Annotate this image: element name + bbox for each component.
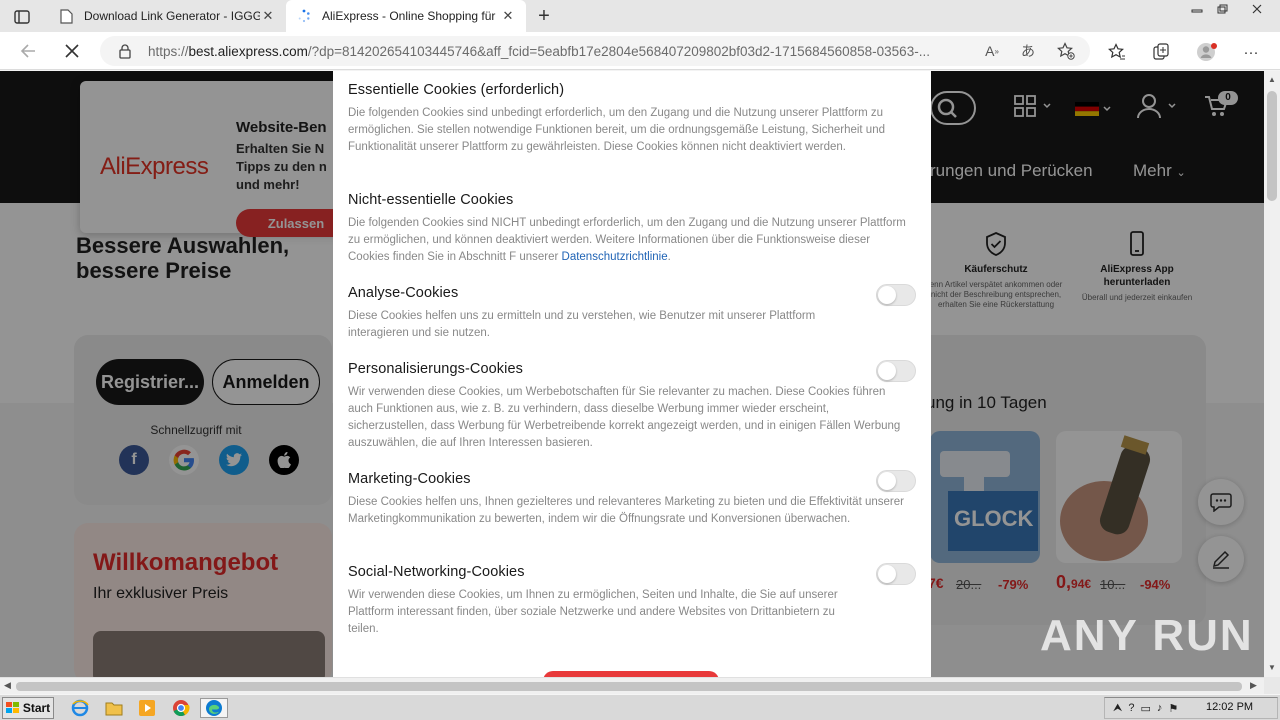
loading-spinner-icon — [296, 8, 312, 24]
scrollbar-thumb[interactable] — [16, 682, 1242, 691]
cookie-section-analytics: Analyse-Cookies Diese Cookies helfen uns… — [348, 285, 918, 342]
address-bar[interactable]: https://best.aliexpress.com/?dp=81420265… — [100, 36, 1090, 66]
tab-title: AliExpress - Online Shopping für — [322, 9, 496, 23]
close-tab-icon[interactable]: ✕ — [260, 8, 276, 24]
cookie-section-title: Personalisierungs-Cookies — [348, 361, 523, 377]
tab-title: Download Link Generator - IGGG — [84, 9, 260, 23]
tab-download-link-generator[interactable]: Download Link Generator - IGGG ✕ — [48, 0, 286, 32]
toggle-knob — [878, 565, 896, 583]
toggle-knob — [878, 472, 896, 490]
edge-browser-icon[interactable] — [200, 698, 228, 718]
vertical-scrollbar[interactable]: ▲ ▼ — [1264, 71, 1280, 677]
network-icon[interactable]: ▭ — [1140, 702, 1150, 715]
marketing-cookies-toggle[interactable] — [876, 470, 916, 492]
analytics-cookies-toggle[interactable] — [876, 284, 916, 306]
scroll-right-arrow-icon[interactable]: ▶ — [1250, 680, 1257, 691]
more-menu-icon[interactable]: ··· — [1240, 41, 1262, 63]
add-favorite-icon[interactable] — [1056, 41, 1076, 61]
minimize-window-icon[interactable] — [1184, 0, 1210, 18]
cookie-settings-dialog: Essentielle Cookies (erforderlich) Die f… — [333, 71, 931, 677]
personalization-cookies-toggle[interactable] — [876, 360, 916, 382]
start-button[interactable]: Start — [2, 697, 54, 719]
windows-taskbar: Start ⮝ ? ▭ ♪ ⚑ 12:02 PM — [0, 694, 1280, 720]
scroll-left-arrow-icon[interactable]: ◀ — [4, 680, 11, 691]
translate-icon[interactable]: あ — [1018, 41, 1038, 61]
tray-expand-icon[interactable]: ⮝ — [1113, 702, 1122, 715]
file-explorer-icon[interactable] — [104, 698, 124, 718]
close-tab-icon[interactable]: ✕ — [500, 8, 516, 24]
cookie-section-title: Nicht-essentielle Cookies — [348, 192, 514, 208]
tab-aliexpress[interactable]: AliExpress - Online Shopping für ✕ — [286, 0, 526, 32]
windows-logo-icon — [5, 702, 19, 713]
cookie-section-title: Social-Networking-Cookies — [348, 564, 525, 580]
page-viewport: 0 rungen und Perücken Mehr ⌄ AliExpress … — [0, 71, 1264, 677]
toggle-knob — [878, 286, 896, 304]
browser-toolbar: https://best.aliexpress.com/?dp=81420265… — [0, 32, 1280, 70]
cookie-section-text: Die folgenden Cookies sind unbedingt erf… — [348, 107, 885, 153]
url-path: /?dp=814202654103445746&aff_fcid=5eabfb1… — [307, 44, 930, 59]
help-icon[interactable]: ? — [1128, 702, 1134, 714]
scrollbar-thumb[interactable] — [1267, 91, 1277, 201]
chrome-icon[interactable] — [171, 698, 191, 718]
media-player-icon[interactable] — [137, 698, 157, 718]
lock-icon[interactable] — [118, 43, 132, 59]
taskbar-clock: 12:02 PM — [1206, 701, 1254, 713]
cookie-section-title: Essentielle Cookies (erforderlich) — [348, 82, 565, 98]
restore-window-icon[interactable] — [1210, 0, 1236, 18]
privacy-policy-link[interactable]: Datenschutzrichtlinie — [562, 251, 668, 263]
horizontal-scrollbar[interactable]: ◀ ▶ — [0, 677, 1264, 694]
cookie-section-non-essential: Nicht-essentielle Cookies Die folgenden … — [348, 192, 918, 266]
toggle-knob — [878, 362, 896, 380]
cookie-section-text: Diese Cookies helfen uns, Ihnen gezielte… — [348, 496, 904, 525]
cookie-section-text: Diese Cookies helfen uns zu ermitteln un… — [348, 310, 816, 339]
internet-explorer-icon[interactable] — [70, 698, 90, 718]
action-center-flag-icon[interactable]: ⚑ — [1168, 702, 1178, 715]
scroll-up-arrow-icon[interactable]: ▲ — [1268, 75, 1276, 84]
cookie-section-social: Social-Networking-Cookies Wir verwenden … — [348, 564, 918, 638]
social-networking-cookies-toggle[interactable] — [876, 563, 916, 585]
cookie-section-title: Analyse-Cookies — [348, 285, 459, 301]
watermark-text: ANY RUN — [1040, 611, 1254, 660]
start-label: Start — [22, 701, 51, 715]
browser-tab-bar: Download Link Generator - IGGG ✕ AliExpr… — [0, 0, 1280, 32]
collections-icon[interactable] — [1150, 41, 1172, 63]
read-aloud-icon[interactable]: A» — [982, 41, 1002, 61]
cookie-section-marketing: Marketing-Cookies Diese Cookies helfen u… — [348, 471, 918, 528]
anyrun-watermark: ANY RUN — [1040, 611, 1254, 661]
volume-icon[interactable]: ♪ — [1157, 702, 1163, 714]
cookie-section-text: Wir verwenden diese Cookies, um Ihnen zu… — [348, 589, 838, 635]
stop-loading-icon[interactable] — [60, 39, 84, 63]
document-icon — [58, 8, 74, 24]
cookie-section-title: Marketing-Cookies — [348, 471, 471, 487]
url-scheme: https:// — [148, 44, 189, 59]
scroll-down-arrow-icon[interactable]: ▼ — [1268, 663, 1276, 672]
tab-actions-icon[interactable] — [8, 6, 36, 28]
url-text[interactable]: https://best.aliexpress.com/?dp=81420265… — [148, 44, 978, 59]
cookie-section-essential: Essentielle Cookies (erforderlich) Die f… — [348, 82, 918, 156]
favorites-icon[interactable] — [1106, 41, 1128, 63]
scrollbar-corner — [1264, 677, 1280, 694]
url-host: best.aliexpress.com — [188, 44, 308, 59]
cookie-section-text: Die folgenden Cookies sind NICHT unbedin… — [348, 217, 906, 263]
cookie-section-personalization: Personalisierungs-Cookies Wir verwenden … — [348, 361, 918, 452]
new-tab-button[interactable]: + — [532, 5, 556, 27]
cookie-section-text: Wir verwenden diese Cookies, um Werbebot… — [348, 386, 901, 449]
close-window-icon[interactable] — [1240, 0, 1274, 18]
profile-avatar-icon[interactable] — [1196, 41, 1218, 63]
back-arrow-icon[interactable] — [16, 39, 40, 63]
